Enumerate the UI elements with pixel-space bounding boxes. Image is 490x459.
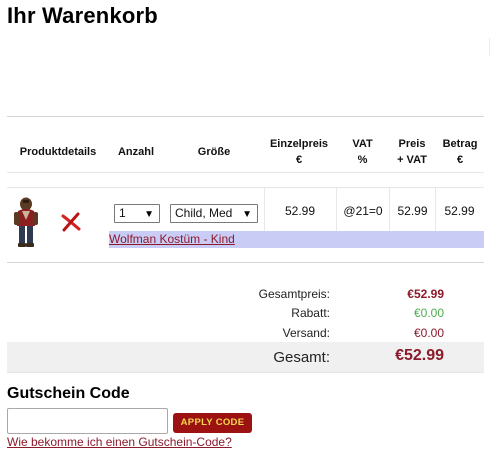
price-with-vat: 52.99 bbox=[397, 204, 428, 218]
line-amount: 52.99 bbox=[444, 204, 475, 218]
coupon-help-link[interactable]: Wie bekomme ich einen Gutschein-Code? bbox=[7, 435, 232, 449]
header-top-rule bbox=[7, 116, 484, 117]
quantity-select[interactable]: 1 ▼ bbox=[114, 204, 160, 223]
header-bottom-rule bbox=[7, 172, 484, 173]
header-amount: Betrag € bbox=[438, 136, 482, 168]
chevron-down-icon: ▼ bbox=[242, 209, 252, 220]
subtotal-value: €52.99 bbox=[407, 287, 444, 301]
header-product: Produktdetails bbox=[19, 146, 97, 158]
header-size: Größe bbox=[197, 146, 231, 158]
discount-label: Rabatt: bbox=[291, 306, 330, 320]
header-amount-line1: Betrag bbox=[442, 138, 478, 150]
header-price-vat: Preis + VAT bbox=[389, 136, 435, 168]
shipping-value: €0.00 bbox=[413, 326, 444, 340]
vat-rate: @21=0 bbox=[343, 204, 383, 218]
subtotal-label: Gesamtpreis: bbox=[258, 287, 330, 301]
column-separator bbox=[264, 188, 265, 231]
apply-code-button[interactable]: APPLY CODE bbox=[173, 413, 252, 433]
wolfman-costume-thumbnail[interactable] bbox=[12, 196, 40, 248]
shipping-label: Versand: bbox=[282, 326, 330, 340]
product-name-link[interactable]: Wolfman Kostüm - Kind bbox=[109, 232, 235, 246]
chevron-down-icon: ▼ bbox=[144, 209, 154, 220]
coupon-title: Gutschein Code bbox=[7, 385, 130, 402]
header-price-vat-line2: + VAT bbox=[397, 154, 427, 166]
unit-price: 52.99 bbox=[284, 204, 316, 218]
header-amount-line2: € bbox=[456, 154, 464, 166]
header-vat: VAT % bbox=[340, 136, 385, 168]
totals-bottom-rule bbox=[7, 372, 484, 373]
totals-top-rule bbox=[7, 262, 484, 263]
header-unit-price-line2: € bbox=[295, 154, 303, 166]
size-select[interactable]: Child, Med ▼ bbox=[170, 204, 258, 223]
close-icon[interactable] bbox=[60, 211, 82, 233]
grand-total-label: Gesamt: bbox=[273, 349, 330, 366]
header-unit-price-line1: Einzelpreis bbox=[269, 138, 329, 150]
header-qty: Anzahl bbox=[117, 146, 155, 158]
discount-value: €0.00 bbox=[413, 306, 444, 320]
header-price-vat-line1: Preis bbox=[398, 138, 426, 150]
header-vat-line2: % bbox=[357, 154, 368, 166]
coupon-code-input[interactable] bbox=[7, 408, 168, 434]
page-title: Ihr Warenkorb bbox=[7, 3, 158, 28]
header-vat-line1: VAT bbox=[352, 138, 373, 150]
row-top-rule bbox=[7, 187, 484, 188]
grand-total-value: €52.99 bbox=[395, 347, 444, 364]
header-unit-price: Einzelpreis € bbox=[263, 136, 335, 168]
